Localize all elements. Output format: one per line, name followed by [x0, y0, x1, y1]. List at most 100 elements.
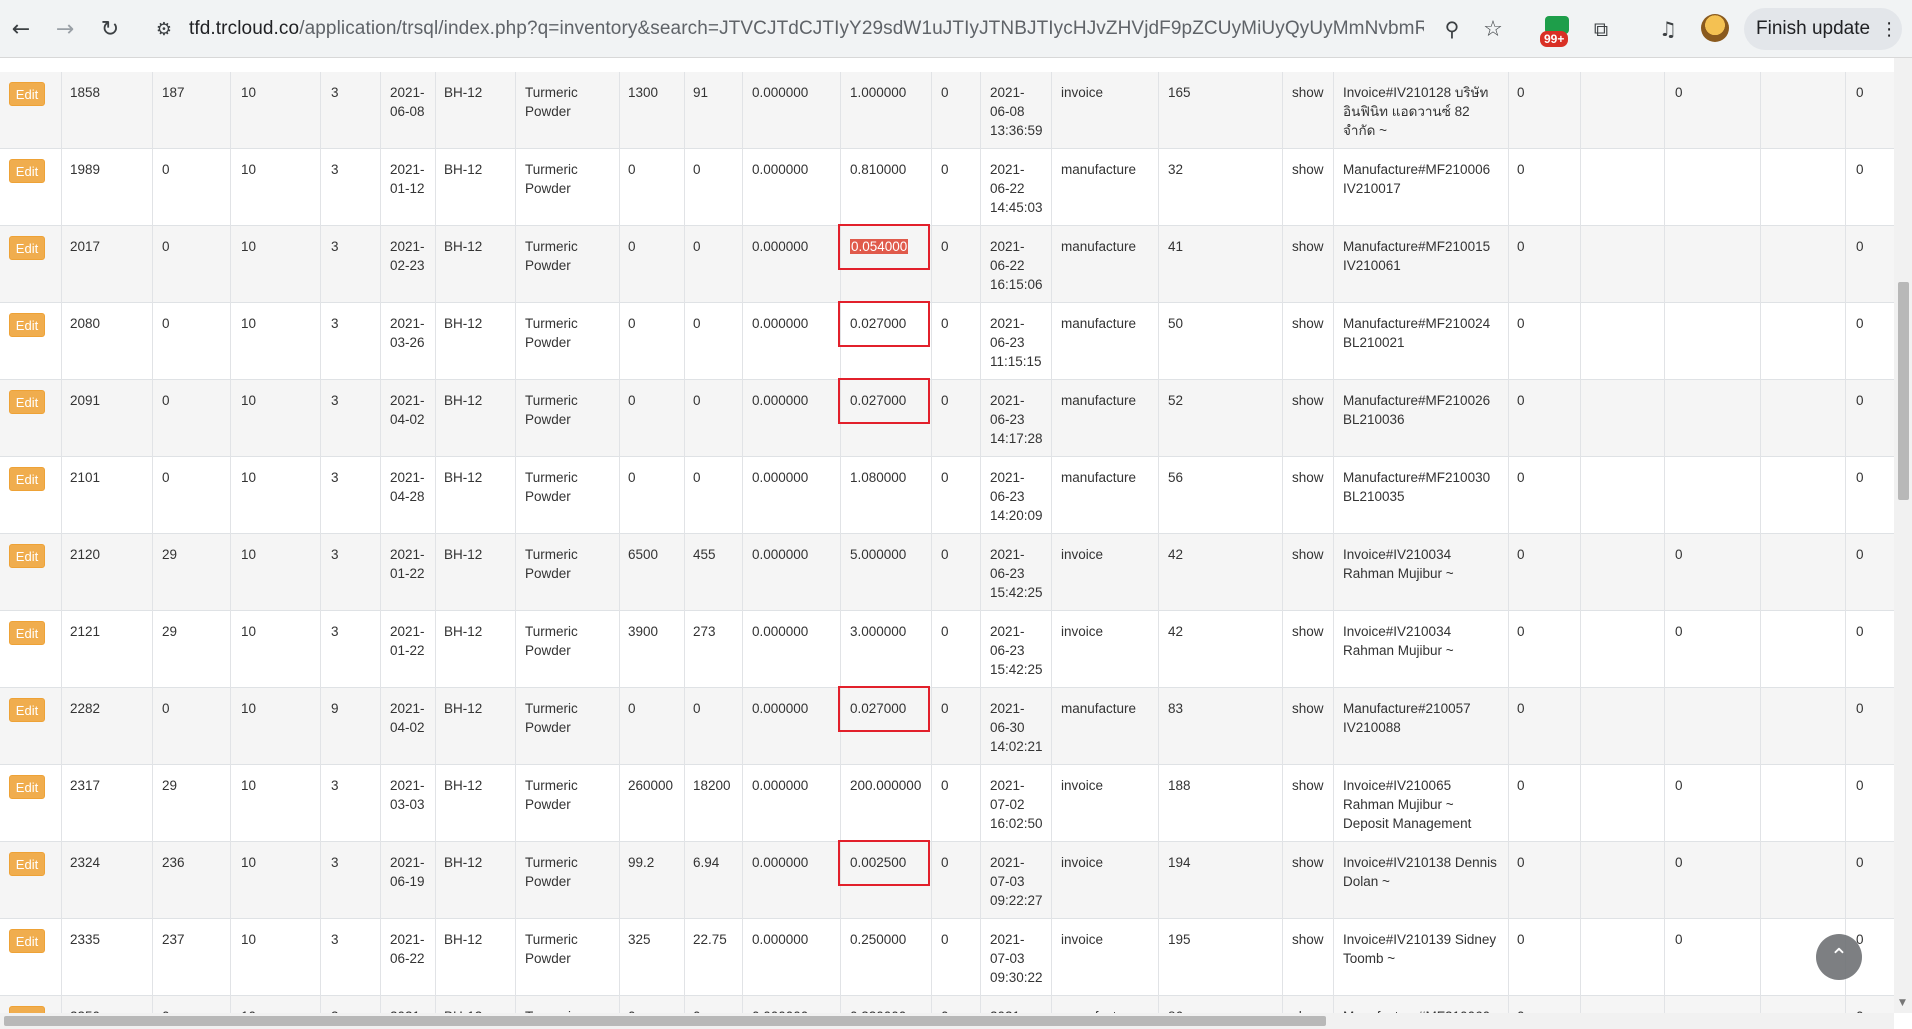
- cell-show[interactable]: show: [1292, 237, 1324, 256]
- column-divider: [1508, 149, 1509, 226]
- cell-z1: 0: [1517, 316, 1525, 331]
- cell-c3: 10: [241, 701, 257, 716]
- column-divider: [230, 996, 231, 1013]
- column-divider: [619, 842, 620, 919]
- column-divider: [742, 226, 743, 303]
- cell-v3: 0.000000: [752, 932, 809, 947]
- column-divider: [152, 996, 153, 1013]
- column-divider: [980, 149, 981, 226]
- column-divider: [1333, 919, 1334, 996]
- cell-show[interactable]: show: [1292, 930, 1324, 949]
- column-divider: [152, 534, 153, 611]
- vertical-scroll-thumb[interactable]: [1898, 282, 1909, 500]
- cell-v1: 0: [628, 393, 636, 408]
- cell-show[interactable]: show: [1292, 699, 1324, 718]
- cell-show[interactable]: show: [1292, 622, 1324, 641]
- column-divider: [320, 842, 321, 919]
- edit-button[interactable]: Edit: [9, 775, 45, 799]
- column-divider: [435, 72, 436, 149]
- cell-show[interactable]: show: [1292, 83, 1324, 102]
- cell-id: 1989: [70, 162, 101, 177]
- address-bar[interactable]: tfd.trcloud.co/application/trsql/index.p…: [189, 18, 1424, 40]
- cell-doc: Manufacture#210057 IV210088: [1343, 701, 1471, 735]
- edit-button[interactable]: Edit: [9, 544, 45, 568]
- column-divider: [1508, 72, 1509, 149]
- column-divider: [435, 611, 436, 688]
- scroll-down-arrow[interactable]: ▼: [1899, 998, 1906, 1008]
- edit-button[interactable]: Edit: [9, 852, 45, 876]
- puzzle-icon[interactable]: ⧉: [1582, 10, 1620, 48]
- cell-ref: 50: [1168, 316, 1184, 331]
- column-divider: [320, 457, 321, 534]
- media-icon[interactable]: ♫: [1649, 10, 1687, 48]
- cell-ref: 56: [1168, 470, 1184, 485]
- edit-button[interactable]: Edit: [9, 159, 45, 183]
- column-divider: [380, 303, 381, 380]
- column-divider: [1760, 919, 1761, 996]
- column-divider: [1580, 226, 1581, 303]
- vertical-scrollbar[interactable]: ▼: [1894, 58, 1912, 1013]
- cell-v1: 0: [628, 239, 636, 254]
- column-divider: [230, 72, 231, 149]
- column-divider: [380, 72, 381, 149]
- column-divider: [1664, 919, 1665, 996]
- cell-z5: 0: [1856, 316, 1864, 331]
- column-divider: [1664, 688, 1665, 765]
- horizontal-scroll-thumb[interactable]: [4, 1016, 1326, 1026]
- cell-v2: 6.94: [693, 855, 720, 870]
- cell-product: Turmeric Powder: [525, 778, 578, 812]
- scroll-to-top-button[interactable]: ⌃: [1816, 934, 1862, 980]
- edit-button[interactable]: Edit: [9, 313, 45, 337]
- table-row: Edit 2017 0 10 3 2021- 02-23 BH-12 Turmeric Powde…: [0, 224, 1894, 303]
- edit-button[interactable]: Edit: [9, 698, 45, 722]
- site-info-icon[interactable]: ⚙: [145, 10, 183, 48]
- cell-show[interactable]: show: [1292, 468, 1324, 487]
- finish-update-button[interactable]: Finish update ⋮: [1744, 8, 1902, 50]
- cell-c3: 10: [241, 239, 257, 254]
- column-divider: [1845, 226, 1846, 303]
- edit-button[interactable]: Edit: [9, 1006, 45, 1013]
- edit-button[interactable]: Edit: [9, 467, 45, 491]
- edit-button[interactable]: Edit: [9, 929, 45, 953]
- forward-icon[interactable]: →: [46, 10, 84, 48]
- column-divider: [230, 303, 231, 380]
- cell-id: 2121: [70, 624, 101, 639]
- cell-product: Turmeric Powder: [525, 393, 578, 427]
- cell-z5: 0: [1856, 778, 1864, 793]
- cell-show[interactable]: show: [1292, 776, 1324, 795]
- column-divider: [152, 72, 153, 149]
- cell-show[interactable]: show: [1292, 853, 1324, 872]
- column-divider: [1845, 457, 1846, 534]
- column-divider: [931, 226, 932, 303]
- finish-update-label: Finish update: [1756, 18, 1871, 39]
- cell-created: 2021- 06-22 14:45:03: [990, 162, 1043, 215]
- cell-show[interactable]: show: [1292, 314, 1324, 333]
- cell-v3: 0.000000: [752, 855, 809, 870]
- column-divider: [1664, 765, 1665, 842]
- highlight-box: [838, 224, 930, 270]
- profile-avatar[interactable]: [1701, 14, 1729, 42]
- column-divider: [230, 842, 231, 919]
- column-divider: [1051, 149, 1052, 226]
- column-divider: [931, 919, 932, 996]
- cell-show[interactable]: show: [1292, 160, 1324, 179]
- cell-v2: 0: [693, 316, 701, 331]
- column-divider: [1845, 996, 1846, 1013]
- edit-button[interactable]: Edit: [9, 82, 45, 106]
- horizontal-scrollbar[interactable]: [0, 1013, 1894, 1029]
- back-icon[interactable]: ←: [2, 10, 40, 48]
- cell-show[interactable]: show: [1292, 391, 1324, 410]
- cell-v2: 0: [693, 701, 701, 716]
- cell-show[interactable]: show: [1292, 545, 1324, 564]
- edit-button[interactable]: Edit: [9, 390, 45, 414]
- column-divider: [1333, 149, 1334, 226]
- zoom-icon[interactable]: ⚲: [1433, 10, 1471, 48]
- column-divider: [1282, 226, 1283, 303]
- edit-button[interactable]: Edit: [9, 236, 45, 260]
- cell-c0: 0: [941, 470, 949, 485]
- reload-icon[interactable]: ↻: [91, 10, 129, 48]
- bookmark-star-icon[interactable]: ☆: [1474, 10, 1512, 48]
- menu-icon[interactable]: ⋮: [1880, 19, 1898, 40]
- column-divider: [980, 919, 981, 996]
- edit-button[interactable]: Edit: [9, 621, 45, 645]
